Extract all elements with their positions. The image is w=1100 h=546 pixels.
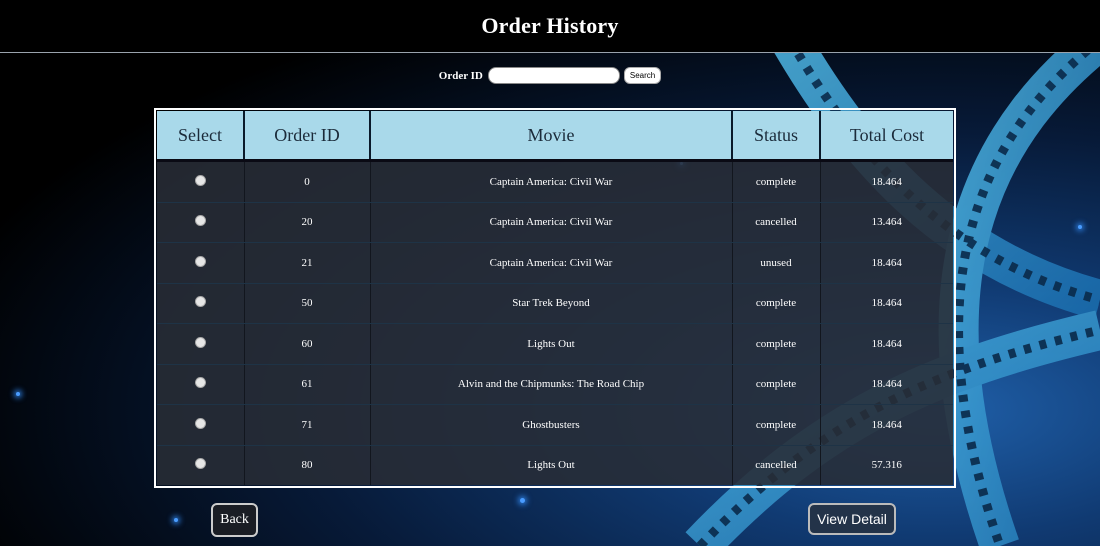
order-history-table: Select Order ID Movie Status Total Cost …	[154, 108, 956, 488]
status-cell: cancelled	[732, 202, 821, 243]
select-cell	[157, 202, 245, 243]
total-cost-cell: 57.316	[820, 445, 953, 485]
total-cost-cell: 18.464	[820, 283, 953, 324]
select-radio[interactable]	[194, 417, 206, 429]
select-cell	[157, 445, 245, 485]
column-header-total-cost: Total Cost	[820, 111, 953, 162]
status-cell: cancelled	[732, 445, 821, 485]
select-cell	[157, 364, 245, 405]
movie-cell: Alvin and the Chipmunks: The Road Chip	[370, 364, 733, 405]
movie-cell: Lights Out	[370, 445, 733, 485]
view-detail-button[interactable]: View Detail	[808, 503, 896, 535]
table-row[interactable]: 50 Star Trek Beyond complete 18.464	[157, 283, 953, 324]
table-row[interactable]: 80 Lights Out cancelled 57.316	[157, 445, 953, 485]
page-title: Order History	[481, 13, 619, 38]
movie-cell: Captain America: Civil War	[370, 160, 733, 203]
table-row[interactable]: 0 Captain America: Civil War complete 18.46…	[157, 160, 953, 203]
select-cell	[157, 160, 245, 203]
select-radio[interactable]	[194, 174, 206, 186]
order-id-label: Order ID	[438, 69, 483, 82]
total-cost-cell: 18.464	[820, 160, 953, 203]
movie-cell: Captain America: Civil War	[370, 202, 733, 243]
select-radio[interactable]	[194, 215, 206, 227]
select-radio[interactable]	[194, 255, 206, 267]
status-cell: complete	[732, 323, 821, 365]
select-cell	[157, 404, 245, 446]
order-id-cell: 50	[244, 283, 371, 324]
select-cell	[157, 323, 245, 365]
status-cell: complete	[732, 283, 821, 324]
movie-cell: Star Trek Beyond	[370, 283, 733, 324]
table-row[interactable]: 60 Lights Out complete 18.464	[157, 323, 953, 365]
total-cost-cell: 18.464	[820, 404, 953, 446]
total-cost-cell: 13.464	[820, 202, 953, 243]
order-id-cell: 61	[244, 364, 371, 405]
movie-cell: Lights Out	[370, 323, 733, 365]
column-header-order-id: Order ID	[244, 111, 371, 162]
page-header: Order History	[0, 0, 1100, 53]
table-row[interactable]: 61 Alvin and the Chipmunks: The Road Chip…	[157, 364, 953, 405]
order-id-cell: 21	[244, 242, 371, 284]
table-header-row: Select Order ID Movie Status Total Cost	[157, 111, 953, 162]
order-id-search-input[interactable]	[487, 67, 620, 84]
select-cell	[157, 242, 245, 284]
column-header-movie: Movie	[370, 111, 733, 162]
total-cost-cell: 18.464	[820, 242, 953, 284]
column-header-status: Status	[732, 111, 821, 162]
order-id-cell: 20	[244, 202, 371, 243]
search-button[interactable]: Search	[623, 67, 662, 84]
table-row[interactable]: 71 Ghostbusters complete 18.464	[157, 404, 953, 446]
status-cell: complete	[732, 160, 821, 203]
select-radio[interactable]	[194, 336, 206, 348]
glow-dot	[174, 518, 178, 522]
order-id-cell: 71	[244, 404, 371, 446]
movie-cell: Captain America: Civil War	[370, 242, 733, 284]
table-row[interactable]: 20 Captain America: Civil War cancelled 13.…	[157, 202, 953, 243]
movie-cell: Ghostbusters	[370, 404, 733, 446]
back-button[interactable]: Back	[211, 503, 258, 537]
status-cell: complete	[732, 364, 821, 405]
table-row[interactable]: 21 Captain America: Civil War unused 18.464	[157, 242, 953, 284]
total-cost-cell: 18.464	[820, 323, 953, 365]
column-header-select: Select	[157, 111, 245, 162]
status-cell: complete	[732, 404, 821, 446]
total-cost-cell: 18.464	[820, 364, 953, 405]
select-radio[interactable]	[194, 296, 206, 308]
glow-dot	[520, 498, 525, 503]
order-id-cell: 0	[244, 160, 371, 203]
status-cell: unused	[732, 242, 821, 284]
select-radio[interactable]	[194, 458, 206, 470]
order-id-cell: 60	[244, 323, 371, 365]
search-bar: Order ID Search	[0, 67, 1100, 84]
glow-dot	[1078, 225, 1082, 229]
order-id-cell: 80	[244, 445, 371, 485]
select-cell	[157, 283, 245, 324]
select-radio[interactable]	[194, 377, 206, 389]
glow-dot	[16, 392, 20, 396]
